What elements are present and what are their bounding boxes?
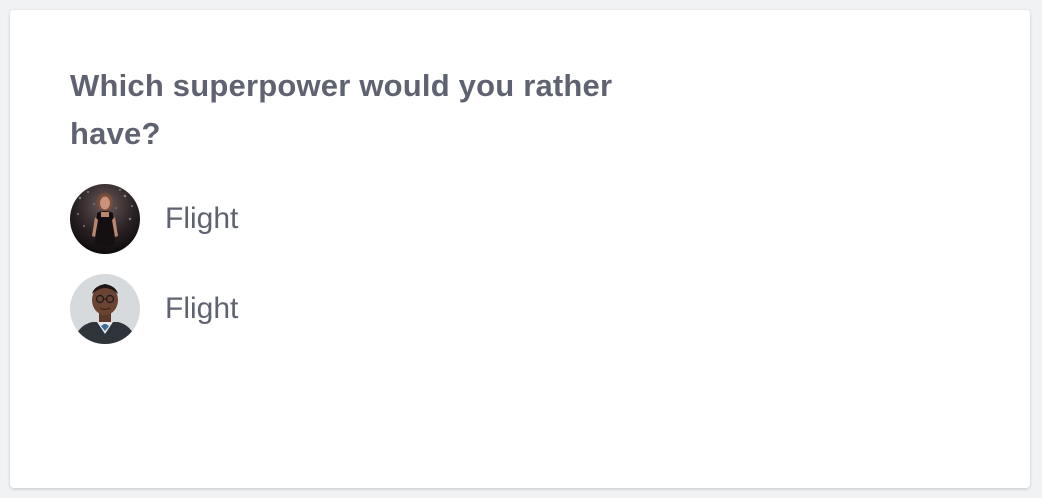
answer-item[interactable]: Flight (70, 274, 238, 344)
man-portrait-avatar (70, 274, 140, 344)
woman-portrait-avatar (70, 184, 140, 254)
answer-item[interactable]: Flight (70, 184, 238, 254)
poll-question: Which superpower would you rather have? (70, 68, 613, 151)
answer-label: Flight (165, 202, 239, 235)
poll-card: Which superpower would you rather have? (10, 10, 1030, 488)
answer-label: Flight (165, 292, 239, 325)
answer-list: Flight Flight (70, 184, 238, 364)
